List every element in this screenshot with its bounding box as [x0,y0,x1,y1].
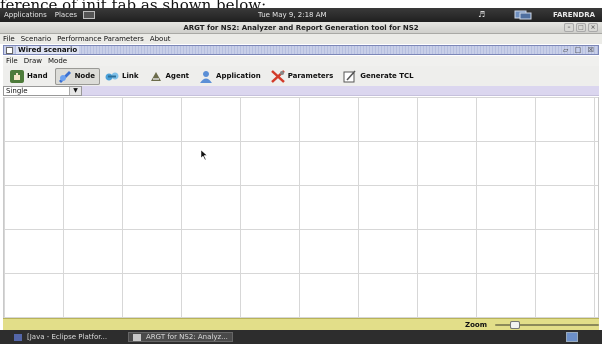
mouse-pointer-icon [201,150,208,160]
frame-title: Wired scenario [16,46,80,54]
menu-about[interactable]: About [147,35,174,43]
node-tool-label: Node [74,72,96,80]
scenario-menu-mode[interactable]: Mode [45,57,70,65]
speaker-icon[interactable]: ♬ [478,8,485,22]
generate-tcl-label: Generate TCL [360,72,414,80]
minimize-button[interactable]: – [564,23,574,32]
drawing-toolbar: Hand Node Link Agent Application Paramet… [3,66,599,86]
applications-menu[interactable]: Applications [0,11,51,19]
maximize-button[interactable]: □ [576,23,586,32]
status-bar: Zoom [3,318,599,330]
frame-icon [6,46,13,54]
top-panel: Applications Places Tue May 9, 2:18 AM ♬… [0,8,602,22]
taskbar-item-eclipse[interactable]: [Java - Eclipse Platfor... [10,332,111,342]
link-tool-button[interactable]: Link [102,68,144,85]
clock[interactable]: Tue May 9, 2:18 AM [258,8,327,22]
places-menu[interactable]: Places [51,11,81,19]
mode-dropdown[interactable]: Single ▼ [3,86,82,96]
generate-tcl-icon [343,70,356,82]
agent-tool-button[interactable]: Agent [146,68,195,85]
eclipse-window-icon [14,333,22,341]
application-tool-label: Application [216,72,261,80]
mode-bar: Single ▼ [3,86,599,96]
menu-file[interactable]: File [0,35,18,43]
window-title: ARGT for NS2: Analyzer and Report Genera… [183,24,419,32]
user-menu[interactable]: FARENDRA [553,8,595,22]
node-icon [58,70,71,83]
hand-tool-button[interactable]: Hand [7,68,53,85]
taskbar-item-label: [Java - Eclipse Platfor... [27,333,108,341]
zoom-slider-thumb[interactable] [510,321,520,329]
scenario-menubar: File Draw Mode [3,56,599,66]
generate-tcl-button[interactable]: Generate TCL [340,68,418,85]
hand-icon [10,69,24,83]
zoom-label: Zoom [465,321,487,329]
parameters-icon [270,69,285,83]
agent-tool-label: Agent [165,72,190,80]
application-tool-button[interactable]: Application [196,68,266,85]
scenario-menu-file[interactable]: File [3,57,21,65]
network-icon[interactable] [514,10,532,20]
document-caption: ference of init tab as shown below: [0,0,602,8]
close-button[interactable]: × [588,23,598,32]
hand-tool-label: Hand [27,72,48,80]
frame-controls[interactable]: ▱ □ ☒ [563,46,596,55]
window-titlebar: ARGT for NS2: Analyzer and Report Genera… [0,22,602,34]
application-icon [200,70,213,83]
java-window-icon [133,333,141,341]
internal-frame-titlebar[interactable]: Wired scenario ▱ □ ☒ [3,45,599,55]
drawing-canvas[interactable] [3,97,599,318]
show-desktop-icon[interactable] [566,332,578,342]
keyboard-icon[interactable] [83,11,96,19]
taskbar-item-label: ARGT for NS2: Analyz... [146,333,228,341]
menu-scenario[interactable]: Scenario [18,35,54,43]
chevron-down-icon[interactable]: ▼ [69,87,81,95]
parameters-tool-label: Parameters [287,72,334,80]
main-menubar: File Scenario Performance Parameters Abo… [0,34,602,44]
agent-icon [150,71,161,81]
taskbar-item-argt[interactable]: ARGT for NS2: Analyz... [128,332,233,342]
link-icon [105,72,119,80]
link-tool-label: Link [122,72,139,80]
scenario-menu-draw[interactable]: Draw [21,57,45,65]
node-tool-button[interactable]: Node [54,67,101,85]
mode-dropdown-value: Single [6,87,28,95]
window-controls: – □ × [564,23,598,32]
menu-performance-parameters[interactable]: Performance Parameters [54,35,147,43]
parameters-tool-button[interactable]: Parameters [268,68,339,85]
bottom-taskbar: [Java - Eclipse Platfor... ARGT for NS2:… [0,330,602,344]
